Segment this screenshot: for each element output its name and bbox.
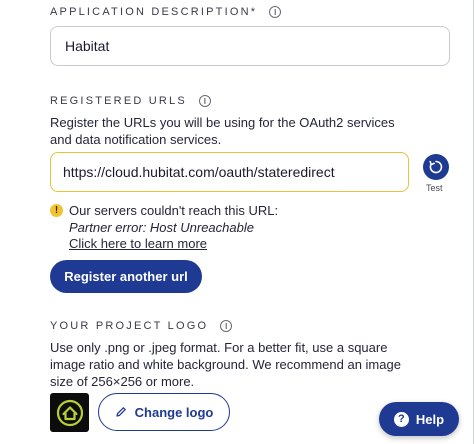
project-logo-description-line: size of 256×256 or more. (50, 374, 195, 389)
registered-urls-label-text: REGISTERED URLS (50, 95, 187, 107)
app-description-input[interactable] (50, 26, 450, 66)
test-label: Test (426, 183, 443, 193)
info-icon[interactable]: i (198, 95, 211, 107)
registered-urls-description-line: and data notification services. (50, 132, 222, 147)
project-logo-description: Use only .png or .jpeg format. For a bet… (50, 339, 401, 390)
registered-urls-description-line: Register the URLs you will be using for … (50, 115, 395, 130)
registered-urls-description: Register the URLs you will be using for … (50, 114, 395, 148)
info-icon[interactable]: i (269, 6, 282, 18)
learn-more-link[interactable]: Click here to learn more (69, 236, 207, 251)
help-button[interactable]: ? Help (379, 402, 459, 436)
project-logo-label: YOUR PROJECT LOGO i (50, 320, 233, 332)
refresh-icon (429, 160, 443, 174)
warning-detail: Partner error: Host Unreachable (69, 220, 254, 235)
project-logo-description-line: Use only .png or .jpeg format. For a bet… (50, 340, 388, 355)
project-logo-label-text: YOUR PROJECT LOGO (50, 320, 209, 332)
app-description-label: APPLICATION DESCRIPTION* i (50, 6, 282, 18)
info-icon[interactable]: i (220, 320, 233, 332)
registered-urls-label: REGISTERED URLS i (50, 95, 211, 107)
register-another-url-button[interactable]: Register another url (50, 260, 202, 293)
test-url-button[interactable] (423, 154, 449, 180)
house-logo-icon (56, 399, 83, 426)
warning-icon: ! (50, 204, 63, 217)
project-logo-description-line: image ratio and white background. We rec… (50, 357, 401, 372)
change-logo-button[interactable]: Change logo (98, 393, 230, 431)
required-mark: * (250, 6, 258, 18)
change-logo-label: Change logo (134, 404, 214, 420)
project-logo-image (50, 393, 89, 432)
help-label: Help (415, 411, 445, 427)
registered-url-input[interactable] (50, 152, 409, 192)
page: APPLICATION DESCRIPTION* i REGISTERED UR… (0, 0, 474, 444)
app-description-label-text: APPLICATION DESCRIPTION (50, 6, 251, 18)
warning-title: Our servers couldn't reach this URL: (69, 203, 279, 218)
question-icon: ? (393, 411, 409, 427)
pencil-icon (115, 407, 126, 417)
